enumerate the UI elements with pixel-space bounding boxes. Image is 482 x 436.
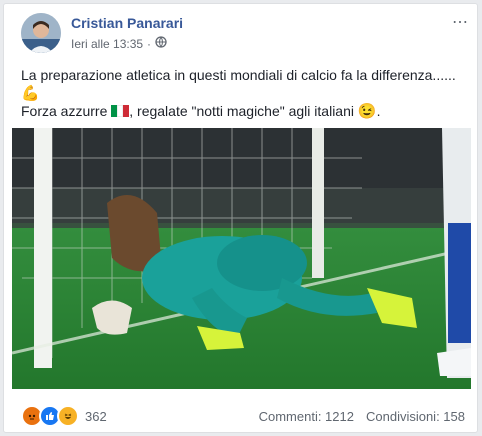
- italy-flag-icon: [111, 103, 130, 117]
- globe-icon: [155, 36, 167, 51]
- post-text: La preparazione atletica in questi mondi…: [21, 66, 465, 120]
- meta-separator: ·: [147, 36, 152, 51]
- avatar[interactable]: [21, 13, 61, 53]
- post-text-line-1: La preparazione atletica in questi mondi…: [21, 67, 456, 83]
- flexed-biceps-emoji: 💪: [21, 85, 40, 102]
- haha-reaction-icon: [57, 405, 79, 427]
- post-meta: Ieri alle 13:35 ·: [71, 36, 167, 51]
- post-text-line-3a: Forza azzurre: [21, 103, 112, 119]
- shares-count[interactable]: Condivisioni: 158: [366, 409, 465, 424]
- more-options-icon[interactable]: ⋯: [452, 12, 469, 32]
- post-timestamp[interactable]: Ieri alle 13:35: [71, 37, 143, 51]
- author-name[interactable]: Cristian Panarari: [71, 15, 183, 31]
- reactions-summary[interactable]: 362: [21, 405, 107, 427]
- post-footer: 362 Commenti: 1212 Condivisioni: 158: [21, 404, 465, 428]
- post-image[interactable]: [12, 128, 471, 389]
- reactions-count[interactable]: 362: [85, 409, 107, 424]
- post-text-line-3b: , regalate "notti magiche" agli italiani: [129, 103, 358, 119]
- comments-count[interactable]: Commenti: 1212: [259, 409, 354, 424]
- post-text-line-3c: .: [376, 103, 381, 119]
- winking-face-emoji: 😉: [357, 103, 377, 120]
- post-card: Cristian Panarari Ieri alle 13:35 · ⋯ La…: [3, 3, 478, 433]
